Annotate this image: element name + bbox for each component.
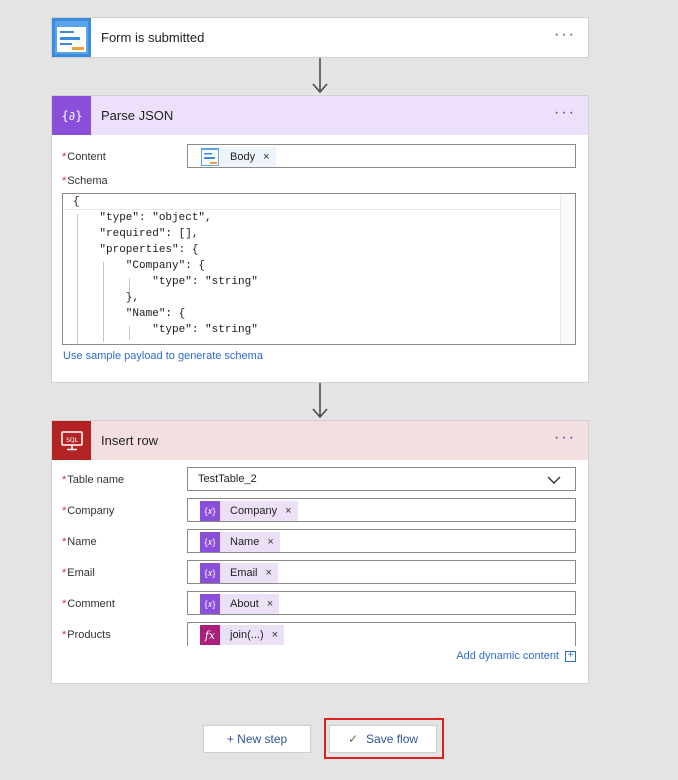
parse-json-card: {∂} Parse JSON ··· *Content Body × *Sche… bbox=[51, 95, 589, 383]
schema-line: "Company": { bbox=[73, 260, 206, 272]
schema-line: "Name": { bbox=[73, 308, 186, 320]
email-field[interactable]: {𝑥} Email × bbox=[187, 560, 576, 584]
content-row: *Content Body × bbox=[62, 144, 576, 170]
add-dynamic-content[interactable]: Add dynamic content + bbox=[456, 650, 576, 662]
check-icon: ✓ bbox=[347, 732, 359, 746]
trigger-card[interactable]: Form is submitted ··· bbox=[51, 17, 589, 58]
table-name-row: *Table name TestTable_2 bbox=[62, 467, 576, 493]
company-token[interactable]: {𝑥} Company × bbox=[200, 501, 298, 521]
join-token-label: join(...) bbox=[230, 629, 264, 641]
name-field[interactable]: {𝑥} Name × bbox=[187, 529, 576, 553]
name-token-label: Name bbox=[230, 536, 260, 548]
remove-company-token-button[interactable]: × bbox=[285, 505, 291, 517]
comment-field[interactable]: {𝑥} About × bbox=[187, 591, 576, 615]
add-dynamic-content-icon[interactable]: + bbox=[565, 650, 576, 662]
table-name-label: *Table name bbox=[62, 474, 125, 486]
company-label: *Company bbox=[62, 505, 115, 517]
name-label: *Name bbox=[62, 536, 97, 548]
new-step-button[interactable]: + New step bbox=[203, 725, 311, 753]
name-row: *Name {𝑥} Name × bbox=[62, 529, 576, 555]
remove-name-token-button[interactable]: × bbox=[267, 536, 273, 548]
about-token[interactable]: {𝑥} About × bbox=[200, 594, 280, 614]
save-flow-label: Save flow bbox=[366, 732, 419, 746]
schema-line: { bbox=[73, 196, 80, 208]
schema-line: "properties": { bbox=[73, 244, 199, 256]
forms-icon bbox=[52, 18, 91, 57]
schema-label: *Schema bbox=[62, 175, 108, 187]
parse-json-icon: {𝑥} bbox=[200, 532, 220, 552]
comment-label: *Comment bbox=[62, 598, 115, 610]
products-label: *Products bbox=[62, 629, 111, 641]
remove-body-token-button[interactable]: × bbox=[263, 151, 269, 163]
trigger-title: Form is submitted bbox=[101, 30, 205, 45]
parse-json-icon: {𝑥} bbox=[200, 594, 220, 614]
table-name-select[interactable]: TestTable_2 bbox=[187, 467, 576, 491]
insert-row-more-button[interactable]: ··· bbox=[554, 430, 576, 446]
insert-row-card: SQL Insert row ··· *Table name TestTable… bbox=[51, 420, 589, 684]
content-field[interactable]: Body × bbox=[187, 144, 576, 168]
trigger-more-button[interactable]: ··· bbox=[554, 27, 576, 43]
email-row: *Email {𝑥} Email × bbox=[62, 560, 576, 586]
add-dynamic-content-link[interactable]: Add dynamic content bbox=[456, 650, 559, 662]
about-token-label: About bbox=[230, 598, 259, 610]
svg-text:SQL: SQL bbox=[66, 437, 79, 444]
schema-line: "type": "string" bbox=[73, 276, 258, 288]
insert-row-title: Insert row bbox=[101, 433, 159, 448]
svg-text:{∂}: {∂} bbox=[62, 109, 82, 123]
name-token[interactable]: {𝑥} Name × bbox=[200, 532, 280, 552]
parse-json-more-button[interactable]: ··· bbox=[554, 105, 576, 121]
schema-line: "type": "string" bbox=[73, 324, 258, 336]
schema-line: "required": [], bbox=[73, 228, 199, 240]
connector-arrow-icon bbox=[312, 383, 328, 419]
remove-join-token-button[interactable]: × bbox=[272, 629, 278, 641]
parse-json-icon: {𝑥} bbox=[200, 501, 220, 521]
parse-json-icon: {𝑥} bbox=[200, 563, 220, 583]
expression-icon: fx bbox=[200, 625, 220, 645]
parse-json-title: Parse JSON bbox=[101, 108, 174, 123]
table-name-value: TestTable_2 bbox=[198, 473, 257, 485]
email-label: *Email bbox=[62, 567, 95, 579]
company-field[interactable]: {𝑥} Company × bbox=[187, 498, 576, 522]
email-token-label: Email bbox=[230, 567, 258, 579]
schema-line: }, bbox=[73, 292, 140, 304]
company-row: *Company {𝑥} Company × bbox=[62, 498, 576, 524]
products-row: *Products fx join(...) × bbox=[62, 622, 576, 648]
join-token[interactable]: fx join(...) × bbox=[200, 625, 285, 645]
chevron-down-icon[interactable] bbox=[547, 475, 561, 485]
email-token[interactable]: {𝑥} Email × bbox=[200, 563, 278, 583]
sql-icon: SQL bbox=[52, 421, 91, 460]
content-label: *Content bbox=[62, 151, 106, 163]
forms-icon bbox=[200, 147, 220, 167]
schema-editor[interactable]: { "type": "object", "required": [], "pro… bbox=[62, 193, 576, 345]
comment-row: *Comment {𝑥} About × bbox=[62, 591, 576, 617]
products-field[interactable]: fx join(...) × bbox=[187, 622, 576, 646]
body-token-label: Body bbox=[230, 151, 256, 163]
parse-json-icon: {∂} bbox=[52, 96, 91, 135]
save-flow-button[interactable]: ✓ Save flow bbox=[329, 725, 437, 753]
body-token[interactable]: Body × bbox=[200, 147, 276, 167]
company-token-label: Company bbox=[230, 505, 278, 517]
schema-line: "type": "object", bbox=[73, 212, 212, 224]
remove-email-token-button[interactable]: × bbox=[266, 567, 272, 579]
connector-arrow-icon bbox=[312, 58, 328, 94]
sample-payload-link[interactable]: Use sample payload to generate schema bbox=[63, 350, 263, 362]
remove-about-token-button[interactable]: × bbox=[267, 598, 273, 610]
